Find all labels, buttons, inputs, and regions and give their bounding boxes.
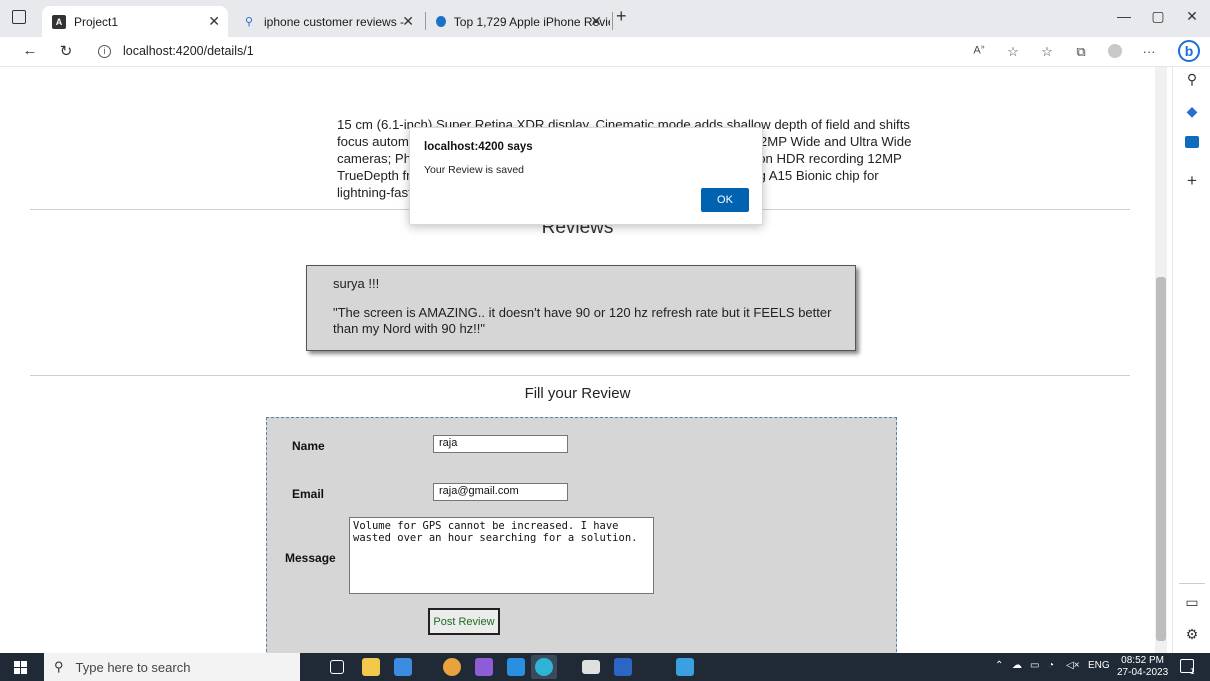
refresh-icon[interactable]: ↻ (56, 42, 76, 60)
terminal-icon[interactable] (582, 660, 600, 674)
sidebar-divider (1179, 583, 1205, 584)
info-icon[interactable]: i (98, 44, 111, 58)
taskbar-search[interactable]: ⚲ Type here to search (44, 653, 300, 681)
outlook-icon[interactable] (1183, 135, 1201, 153)
tray-chevron-icon[interactable]: ⌃ (995, 660, 1003, 671)
restore-button[interactable]: ▢ (1148, 8, 1168, 25)
close-tab-icon[interactable]: ✕ (402, 13, 414, 30)
notification-count: 1 (1190, 667, 1195, 676)
vscode-icon[interactable] (507, 658, 525, 676)
wifi-icon[interactable]: ◔ (1048, 660, 1054, 671)
profile-icon[interactable] (1106, 44, 1124, 61)
search-placeholder: Type here to search (75, 659, 191, 675)
address-bar: ← ↻ i localhost:4200/details/1 A» ☆ ☆ ⧉ … (0, 37, 1210, 67)
clock-date: 27-04-2023 (1117, 667, 1169, 678)
post-review-button[interactable]: Post Review (428, 608, 500, 635)
review-text: "The screen is AMAZING.. it doesn't have… (333, 305, 832, 336)
shopping-icon[interactable]: ◆ (1183, 103, 1201, 121)
photos-icon[interactable] (676, 658, 694, 676)
edge-logo-icon (535, 658, 553, 676)
visual-studio-icon[interactable] (475, 658, 493, 676)
word-icon[interactable] (614, 658, 632, 676)
tab-apple-reviews[interactable]: Top 1,729 Apple iPhone Reviews ✕ (426, 6, 610, 37)
tab-label: Project1 (74, 14, 119, 29)
network-icon[interactable]: ▭ (1030, 660, 1039, 671)
more-icon[interactable]: ··· (1140, 44, 1158, 59)
alert-dialog: localhost:4200 says Your Review is saved… (409, 127, 763, 225)
collections-icon[interactable]: ⧉ (1072, 44, 1090, 60)
tab-label: Top 1,729 Apple iPhone Reviews (453, 14, 610, 29)
message-label: Message (285, 551, 336, 565)
tab-label: iphone customer reviews - Searc (264, 14, 404, 29)
tab-separator (612, 12, 613, 30)
split-screen-icon[interactable]: ▭ (1183, 594, 1201, 612)
page-content: 15 cm (6.1-inch) Super Retina XDR displa… (0, 67, 1155, 653)
name-label: Name (292, 439, 325, 453)
tab-actions-icon[interactable] (12, 10, 26, 24)
ok-button[interactable]: OK (701, 188, 749, 212)
name-field[interactable]: raja (433, 435, 568, 453)
search-icon[interactable]: ⚲ (1183, 71, 1201, 89)
new-tab-button[interactable]: + (616, 6, 627, 27)
search-icon: ⚲ (244, 16, 254, 28)
close-tab-icon[interactable]: ✕ (208, 13, 220, 30)
dialog-title: localhost:4200 says (424, 141, 533, 153)
favorites-bar-icon[interactable]: ☆ (1038, 44, 1056, 60)
url-text: localhost:4200/details/1 (123, 44, 254, 58)
edge-sidebar: ⚲ ◆ + ▭ ⚙ (1172, 67, 1210, 653)
clock[interactable]: 08:52 PM 27-04-2023 (1117, 655, 1168, 679)
review-card: surya !!! "The screen is AMAZING.. it do… (306, 265, 856, 351)
scrollbar-thumb[interactable] (1156, 277, 1166, 641)
angular-icon: A (52, 14, 66, 29)
tab-bar: A Project1 ✕ ⚲ iphone customer reviews -… (0, 0, 1210, 37)
divider (30, 375, 1130, 376)
taskbar: ⚲ Type here to search ⌃ ☁ ▭ ◔ ◁× ENG 08:… (0, 653, 1210, 681)
dialog-message: Your Review is saved (424, 164, 524, 176)
settings-icon[interactable]: ⚙ (1183, 626, 1201, 644)
bing-icon[interactable]: b (1178, 40, 1200, 62)
search-icon: ⚲ (54, 659, 64, 674)
review-author: surya !!! (333, 276, 380, 291)
back-icon[interactable]: ← (20, 42, 40, 59)
volume-icon[interactable]: ◁× (1066, 660, 1080, 671)
read-aloud-icon[interactable]: A» (970, 44, 988, 57)
close-tab-icon[interactable]: ✕ (590, 13, 602, 30)
email-field[interactable]: raja@gmail.com (433, 483, 568, 501)
windows-start-icon[interactable] (14, 661, 27, 674)
language-indicator[interactable]: ENG (1088, 660, 1110, 671)
email-label: Email (292, 487, 325, 501)
tab-project1[interactable]: A Project1 ✕ (42, 6, 228, 37)
add-icon[interactable]: + (1183, 171, 1201, 190)
site-icon (436, 16, 446, 27)
tab-search[interactable]: ⚲ iphone customer reviews - Searc ✕ (232, 6, 422, 37)
clock-time: 08:52 PM (1121, 655, 1164, 666)
file-explorer-icon[interactable] (362, 658, 380, 676)
fill-review-heading: Fill your Review (524, 385, 631, 402)
task-view-icon[interactable] (330, 660, 344, 674)
minimize-button[interactable]: — (1114, 8, 1134, 24)
close-window-button[interactable]: ✕ (1182, 8, 1202, 25)
chrome-icon[interactable] (443, 658, 461, 676)
url-field[interactable]: i localhost:4200/details/1 (98, 44, 254, 58)
onedrive-icon[interactable]: ☁ (1012, 660, 1022, 671)
favorite-icon[interactable]: ☆ (1004, 44, 1022, 60)
review-form: Name raja Email raja@gmail.com Message V… (266, 417, 897, 653)
store-icon[interactable] (394, 658, 412, 676)
message-textarea[interactable]: Volume for GPS cannot be increased. I ha… (349, 517, 654, 594)
